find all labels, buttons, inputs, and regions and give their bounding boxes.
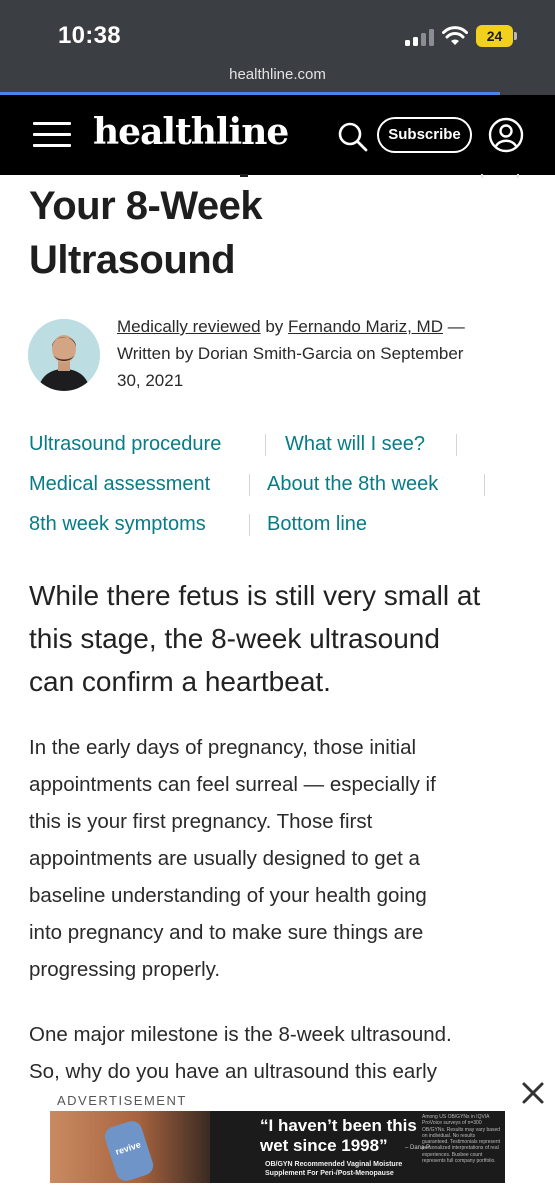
article-paragraph-2: One major milestone is the 8-week ultras… xyxy=(29,1016,529,1090)
browser-chrome: 10:38 24 healthline.com xyxy=(0,0,555,95)
lede-line: can confirm a heartbeat. xyxy=(29,666,331,697)
close-icon[interactable] xyxy=(520,1080,546,1106)
wifi-icon xyxy=(442,26,468,45)
reviewer-link[interactable]: Fernando Mariz, MD xyxy=(288,317,443,336)
paragraph-line: baseline understanding of your health go… xyxy=(29,884,427,907)
toc-divider xyxy=(249,474,250,496)
toc-divider xyxy=(484,474,485,496)
ad-sub-line-2: Supplement For Peri-/Post-Menopause xyxy=(265,1170,394,1177)
ad-headline-line-2: wet since 1998” xyxy=(260,1136,388,1155)
paragraph-line: So, why do you have an ultrasound this e… xyxy=(29,1060,437,1083)
lede-line: While there fetus is still very small at xyxy=(29,580,481,611)
page-title-line-1: Your 8-Week xyxy=(29,184,263,228)
paragraph-line: progressing properly. xyxy=(29,958,221,981)
ad-headline-line-1: “I haven’t been this xyxy=(260,1116,417,1135)
decorative-arc xyxy=(481,173,519,178)
article-paragraph-1: In the early days of pregnancy, those in… xyxy=(29,729,529,988)
battery-level: 24 xyxy=(486,28,503,44)
subscribe-button[interactable]: Subscribe xyxy=(377,117,472,153)
paragraph-line: One major milestone is the 8-week ultras… xyxy=(29,1023,452,1046)
ad-sub-line-1: OB/GYN Recommended Vaginal Moisture xyxy=(265,1161,403,1168)
toc-divider xyxy=(249,514,250,536)
signal-icon xyxy=(405,29,435,46)
menu-icon[interactable] xyxy=(33,122,71,148)
written-by-line-2: 30, 2021 xyxy=(117,371,184,390)
author-avatar[interactable] xyxy=(28,319,100,391)
ad-subheadline: OB/GYN Recommended Vaginal Moisture Supp… xyxy=(265,1160,402,1178)
address-bar-url[interactable]: healthline.com xyxy=(0,66,555,83)
byline-by: by xyxy=(260,317,289,336)
ad-banner[interactable]: revive “I haven’t been this wet since 19… xyxy=(50,1111,505,1183)
page-title-line-2: Ultrasound xyxy=(29,238,236,282)
toc-divider xyxy=(265,434,266,456)
article-lede: While there fetus is still very small at… xyxy=(29,574,534,703)
ad-headline: “I haven’t been this wet since 1998” xyxy=(260,1116,417,1156)
toc-link-medical-assessment[interactable]: Medical assessment xyxy=(29,473,210,496)
toc-link-bottom-line[interactable]: Bottom line xyxy=(267,513,367,536)
ad-fine-print: Among US OB/GYNs in IQVIA ProVoice surve… xyxy=(422,1114,501,1165)
toc-link-ultrasound-procedure[interactable]: Ultrasound procedure xyxy=(29,433,221,456)
site-header: healthline Subscribe xyxy=(0,95,555,175)
status-time: 10:38 xyxy=(58,22,121,49)
search-icon[interactable] xyxy=(336,120,370,154)
paragraph-line: In the early days of pregnancy, those in… xyxy=(29,736,417,759)
byline-dash: — xyxy=(442,317,465,336)
toc-link-about-the-8th-week[interactable]: About the 8th week xyxy=(267,473,438,496)
article-byline: Medically reviewed by Fernando Mariz, MD… xyxy=(117,313,527,394)
paragraph-line: appointments can feel surreal — especial… xyxy=(29,773,436,796)
written-by-line-1: Written by Dorian Smith-Garcia on Septem… xyxy=(117,344,464,363)
medically-reviewed-link[interactable]: Medically reviewed xyxy=(117,317,261,336)
paragraph-line: appointments are usually designed to get… xyxy=(29,847,420,870)
lede-line: this stage, the 8-week ultrasound xyxy=(29,623,440,654)
ad-label: ADVERTISEMENT xyxy=(57,1093,187,1108)
battery-indicator: 24 xyxy=(476,25,518,47)
toc-link-8th-week-symptoms[interactable]: 8th week symptoms xyxy=(29,513,206,536)
toc-divider xyxy=(456,434,457,456)
paragraph-line: this is your first pregnancy. Those firs… xyxy=(29,810,373,833)
toc-link-what-will-i-see[interactable]: What will I see? xyxy=(285,433,425,456)
paragraph-line: into pregnancy and to make sure things a… xyxy=(29,921,424,944)
site-logo[interactable]: healthline xyxy=(93,111,289,153)
ad-bottle-label: revive xyxy=(114,1139,142,1157)
clipped-title-fragment xyxy=(240,174,248,177)
